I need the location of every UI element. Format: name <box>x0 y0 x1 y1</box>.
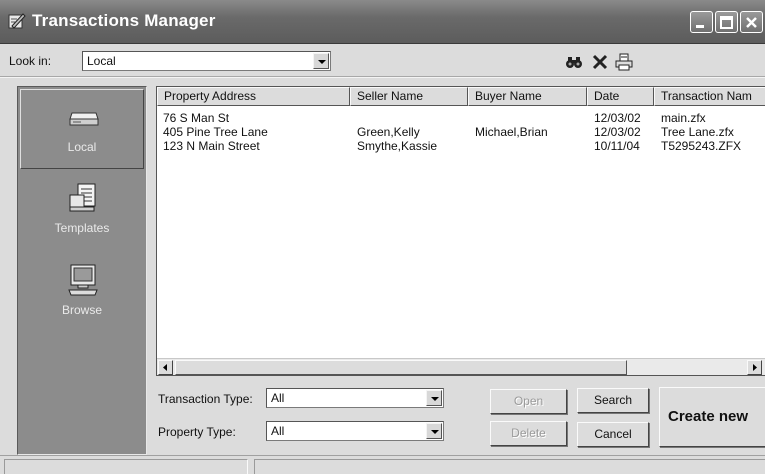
column-header-date[interactable]: Date <box>587 87 654 106</box>
cell-date: 12/03/02 <box>594 111 641 125</box>
column-header-property-address[interactable]: Property Address <box>157 87 350 106</box>
transactions-list[interactable]: Property Address Seller Name Buyer Name … <box>156 86 765 376</box>
column-header-seller-name[interactable]: Seller Name <box>350 87 468 106</box>
scroll-left-button[interactable] <box>158 360 173 375</box>
cell-address: 76 S Man St <box>163 111 230 125</box>
sidebar-item-label: Local <box>67 140 97 154</box>
delete-button[interactable]: Delete <box>490 421 567 446</box>
transaction-type-value: All <box>271 391 285 405</box>
search-button[interactable]: Search <box>577 388 649 413</box>
sidebar-item-label: Browse <box>61 303 102 317</box>
location-sidebar: Local Templates Browse <box>17 86 147 455</box>
look-in-select[interactable]: Local <box>82 51 331 71</box>
maximize-button[interactable] <box>715 11 738 33</box>
column-header-buyer-name[interactable]: Buyer Name <box>468 87 587 106</box>
column-header-transaction-name[interactable]: Transaction Nam <box>654 87 765 106</box>
create-new-button[interactable]: Create new <box>659 387 765 447</box>
sidebar-item-local[interactable]: Local <box>20 89 144 169</box>
cell-buyer: Michael,Brian <box>475 125 548 139</box>
toolbar-separator <box>0 76 765 78</box>
property-type-select[interactable]: All <box>266 421 444 441</box>
close-button[interactable] <box>740 11 763 33</box>
status-pane-left <box>4 459 248 474</box>
look-in-value: Local <box>87 54 116 68</box>
cell-address: 405 Pine Tree Lane <box>163 125 268 139</box>
cell-seller: Smythe,Kassie <box>357 139 438 153</box>
cancel-button[interactable]: Cancel <box>577 422 649 447</box>
sidebar-item-label: Templates <box>54 221 110 235</box>
property-type-value: All <box>271 424 285 438</box>
cell-address: 123 N Main Street <box>163 139 260 153</box>
minimize-button[interactable] <box>690 11 713 33</box>
open-button[interactable]: Open <box>490 389 567 414</box>
chevron-down-icon[interactable] <box>313 53 329 69</box>
cell-transaction: T5295243.ZFX <box>661 139 742 153</box>
sidebar-item-browse[interactable]: Browse <box>20 253 144 333</box>
scrollbar-thumb[interactable] <box>175 360 627 375</box>
arrow-left-icon <box>163 364 167 371</box>
cell-transaction: Tree Lane.zfx <box>661 125 734 139</box>
templates-icon <box>69 183 96 212</box>
find-icon[interactable] <box>565 53 583 71</box>
transaction-type-label: Transaction Type: <box>158 392 253 406</box>
table-row[interactable]: 405 Pine Tree Lane Green,Kelly Michael,B… <box>157 125 765 139</box>
chevron-down-icon[interactable] <box>426 390 442 406</box>
status-bar <box>0 455 765 474</box>
app-icon <box>8 13 26 29</box>
title-bar[interactable]: Transactions Manager <box>0 0 765 44</box>
horizontal-scrollbar[interactable] <box>157 358 765 375</box>
property-type-label: Property Type: <box>158 425 236 439</box>
computer-icon <box>68 264 98 296</box>
chevron-down-icon[interactable] <box>426 423 442 439</box>
print-icon[interactable] <box>615 53 633 71</box>
status-pane-right <box>254 459 765 474</box>
drive-icon <box>69 112 99 126</box>
look-in-label: Look in: <box>9 54 52 68</box>
close-icon <box>746 17 757 28</box>
maximize-icon <box>720 16 733 29</box>
scroll-right-button[interactable] <box>747 360 762 375</box>
window-title: Transactions Manager <box>32 11 216 30</box>
cell-transaction: main.zfx <box>661 111 706 125</box>
minimize-icon <box>696 25 704 28</box>
cell-seller: Green,Kelly <box>357 125 420 139</box>
arrow-right-icon <box>753 364 757 371</box>
sidebar-item-templates[interactable]: Templates <box>20 171 144 251</box>
cell-date: 12/03/02 <box>594 125 641 139</box>
table-row[interactable]: 76 S Man St 12/03/02 main.zfx <box>157 111 765 125</box>
cell-date: 10/11/04 <box>594 139 640 153</box>
delete-icon[interactable] <box>591 53 609 71</box>
list-header: Property Address Seller Name Buyer Name … <box>157 87 765 106</box>
transactions-manager-window: Transactions Manager Look in: Local Loca… <box>0 0 765 474</box>
transaction-type-select[interactable]: All <box>266 388 444 408</box>
table-row[interactable]: 123 N Main Street Smythe,Kassie 10/11/04… <box>157 139 765 153</box>
